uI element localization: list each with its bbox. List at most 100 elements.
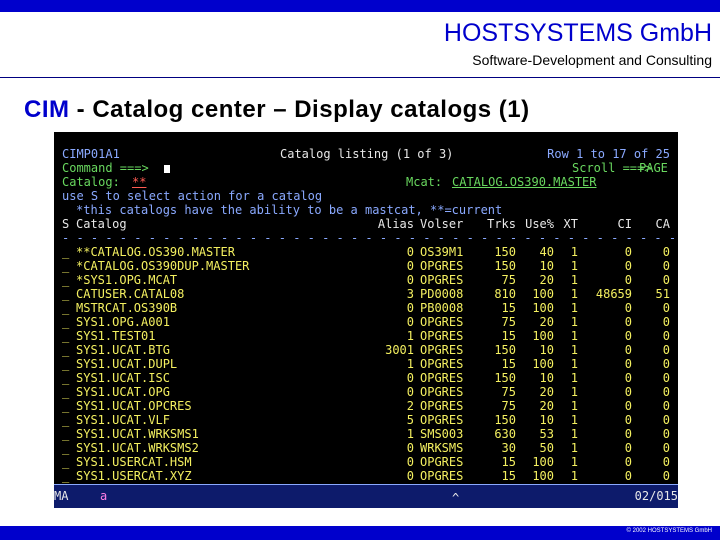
row-select-input[interactable]: _ xyxy=(62,287,74,301)
row-select-input[interactable]: _ xyxy=(62,301,74,315)
row-volser: OPGRES xyxy=(420,329,464,343)
row-trks: 30 xyxy=(501,441,516,455)
row-xt: 1 xyxy=(570,413,578,427)
row-ci: 0 xyxy=(624,413,632,427)
row-xt: 1 xyxy=(570,427,578,441)
row-catalog-name: SYS1.UCAT.OPG xyxy=(76,385,170,399)
table-row: _ MSTRCAT.OS390B 0 PB0008 15 100 1 0 0 xyxy=(54,301,678,315)
row-select-input[interactable]: _ xyxy=(62,315,74,329)
row-alias: 2 xyxy=(406,399,414,413)
row-use-percent: 100 xyxy=(532,357,554,371)
row-catalog-name: SYS1.USERCAT.XYZ xyxy=(76,469,192,483)
row-catalog-name: SYS1.UCAT.WRKSMS1 xyxy=(76,427,199,441)
row-alias: 0 xyxy=(406,441,414,455)
table-row: _ *CATALOG.OS390DUP.MASTER 0 OPGRES 150 10 1 0 0 xyxy=(54,259,678,273)
col-header-ci: CI xyxy=(617,217,632,231)
table-row: _ SYS1.UCAT.BTG 3001 OPGRES 150 10 1 0 0 xyxy=(54,343,678,357)
row-ca: 0 xyxy=(662,385,670,399)
row-ci: 0 xyxy=(624,441,632,455)
row-select-input[interactable]: _ xyxy=(62,343,74,357)
top-accent-bar xyxy=(0,0,720,12)
command-row: Command ===> Scroll ===> PAGE xyxy=(54,161,678,175)
row-select-input[interactable]: _ xyxy=(62,413,74,427)
row-alias: 1 xyxy=(406,329,414,343)
mcat-input[interactable]: CATALOG.OS390.MASTER xyxy=(452,175,674,189)
row-alias: 0 xyxy=(406,455,414,469)
row-use-percent: 100 xyxy=(532,469,554,483)
row-volser: OPGRES xyxy=(420,315,464,329)
row-select-input[interactable]: _ xyxy=(62,385,74,399)
company-tagline: Software-Development and Consulting xyxy=(472,52,712,68)
table-row: _ SYS1.USERCAT.XYZ 0 OPGRES 15 100 1 0 0 xyxy=(54,469,678,483)
table-row: _ SYS1.OPG.A001 0 OPGRES 75 20 1 0 0 xyxy=(54,315,678,329)
column-header-underline: - - - - - - - - - - - - - - - - - - - - … xyxy=(54,231,678,245)
row-select-input[interactable]: _ xyxy=(62,371,74,385)
col-header-volser: Volser xyxy=(420,217,464,231)
row-catalog-name: CATUSER.CATAL08 xyxy=(76,287,185,301)
instruction-row-2: *this catalogs have the ability to be a … xyxy=(54,203,678,217)
row-select-input[interactable]: _ xyxy=(62,273,74,287)
row-use-percent: 40 xyxy=(539,245,554,259)
row-trks: 75 xyxy=(501,273,516,287)
row-select-input[interactable]: _ xyxy=(62,427,74,441)
col-header-s: S xyxy=(62,217,70,231)
row-catalog-name: SYS1.UCAT.WRKSMS2 xyxy=(76,441,199,455)
status-cursor-position: 02/015 xyxy=(634,489,678,503)
status-indicator: MA xyxy=(54,489,69,503)
row-info: Row 1 to 17 of 25 xyxy=(547,147,670,161)
row-trks: 810 xyxy=(494,287,516,301)
row-use-percent: 20 xyxy=(539,385,554,399)
row-ca: 0 xyxy=(662,343,670,357)
command-label: Command ===> xyxy=(62,161,149,175)
header-divider xyxy=(0,77,720,78)
row-ci: 0 xyxy=(624,329,632,343)
row-catalog-name: SYS1.USERCAT.HSM xyxy=(76,455,192,469)
dash-separator: - - - - - - - - - - - - - - - - - - - - … xyxy=(62,231,678,245)
table-row: _ **CATALOG.OS390.MASTER 0 OS39M1 150 40 1 0 0 xyxy=(54,245,678,259)
bottom-accent-bar xyxy=(0,526,720,540)
row-alias: 1 xyxy=(406,427,414,441)
copyright-notice: © 2002 HOSTSYSTEMS GmbH xyxy=(626,528,712,534)
row-volser: OPGRES xyxy=(420,357,464,371)
row-xt: 1 xyxy=(570,245,578,259)
command-input[interactable] xyxy=(164,161,170,175)
row-use-percent: 20 xyxy=(539,315,554,329)
panel-id: CIMP01A1 xyxy=(62,147,120,161)
row-select-input[interactable]: _ xyxy=(62,329,74,343)
panel-title: Catalog listing (1 of 3) xyxy=(280,147,454,161)
row-catalog-name: SYS1.OPG.A001 xyxy=(76,315,170,329)
row-ca: 0 xyxy=(662,441,670,455)
catalog-filter-input[interactable]: ** xyxy=(132,175,394,189)
status-caret: ^ xyxy=(452,491,460,505)
row-trks: 15 xyxy=(501,329,516,343)
row-xt: 1 xyxy=(570,273,578,287)
table-row: _ SYS1.USERCAT.HSM 0 OPGRES 15 100 1 0 0 xyxy=(54,455,678,469)
row-trks: 75 xyxy=(501,399,516,413)
row-ca: 0 xyxy=(662,315,670,329)
row-select-input[interactable]: _ xyxy=(62,441,74,455)
row-trks: 15 xyxy=(501,357,516,371)
scroll-input[interactable]: PAGE xyxy=(639,161,668,175)
panel-header-row: CIMP01A1 Catalog listing (1 of 3) Row 1 … xyxy=(54,147,678,161)
row-catalog-name: *SYS1.OPG.MCAT xyxy=(76,273,178,287)
row-xt: 1 xyxy=(570,357,578,371)
row-select-input[interactable]: _ xyxy=(62,455,74,469)
row-trks: 75 xyxy=(501,315,516,329)
row-select-input[interactable]: _ xyxy=(62,469,74,483)
col-header-trks: Trks xyxy=(487,217,516,231)
row-use-percent: 100 xyxy=(532,287,554,301)
row-select-input[interactable]: _ xyxy=(62,245,74,259)
row-ca: 51 xyxy=(655,287,670,301)
row-use-percent: 100 xyxy=(532,301,554,315)
row-select-input[interactable]: _ xyxy=(62,259,74,273)
row-select-input[interactable]: _ xyxy=(62,357,74,371)
row-volser: OPGRES xyxy=(420,371,464,385)
row-trks: 15 xyxy=(501,455,516,469)
row-ca: 0 xyxy=(662,301,670,315)
row-select-input[interactable]: _ xyxy=(62,399,74,413)
status-session: a xyxy=(100,489,108,503)
row-catalog-name: SYS1.UCAT.ISC xyxy=(76,371,170,385)
row-ci: 0 xyxy=(624,245,632,259)
row-catalog-name: *CATALOG.OS390DUP.MASTER xyxy=(76,259,250,273)
row-ca: 0 xyxy=(662,455,670,469)
